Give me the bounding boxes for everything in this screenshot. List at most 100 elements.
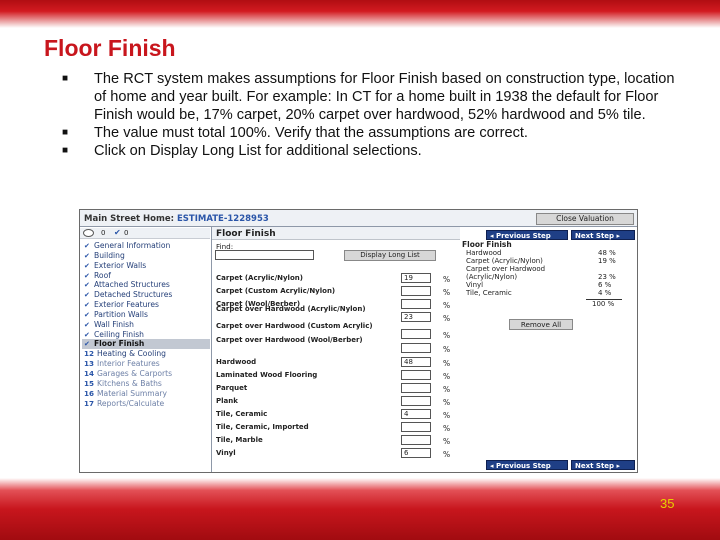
sidebar-item-label: Exterior Features	[94, 300, 160, 310]
percent-input[interactable]	[401, 329, 431, 339]
sidebar-item-label: Garages & Carports	[97, 368, 173, 378]
percent-sign: %	[443, 398, 451, 407]
sidebar-item[interactable]: 13 Interior Features	[82, 359, 210, 369]
step-number: 12	[84, 349, 95, 359]
close-valuation-button[interactable]: Close Valuation	[536, 213, 634, 225]
percent-sign: %	[443, 314, 451, 323]
floor-finish-label: Tile, Ceramic	[216, 410, 268, 418]
sidebar-item-label: General Information	[94, 241, 171, 250]
sidebar-item-label: Exterior Walls	[94, 260, 147, 270]
percent-sign: %	[443, 450, 451, 459]
display-long-list-button[interactable]: Display Long List	[344, 250, 436, 261]
sidebar-item[interactable]: 17 Reports/Calculate	[82, 399, 210, 409]
bullet-item: ■ Click on Display Long List for addition…	[62, 142, 682, 160]
percent-input[interactable]	[401, 422, 431, 432]
sidebar-item-label: Partition Walls	[94, 309, 148, 319]
bullet-marker: ■	[62, 127, 69, 138]
sidebar-item[interactable]: ✔ Attached Structures	[82, 280, 210, 290]
sidebar-item[interactable]: ✔ Partition Walls	[82, 310, 210, 320]
previous-step-button[interactable]: ◂ Previous Step	[486, 460, 568, 470]
sidebar-item[interactable]: ✔ Floor Finish	[82, 339, 210, 350]
next-step-button[interactable]: Next Step ▸	[571, 230, 635, 240]
sidebar-item[interactable]: 12 Heating & Cooling	[82, 349, 210, 359]
comment-icon[interactable]	[83, 229, 94, 237]
percent-input[interactable]: 23	[401, 312, 431, 322]
summary-row: Carpet over Hardwood (Acrylic/Nylon) 23 %	[466, 265, 626, 281]
percent-sign: %	[443, 411, 451, 420]
sidebar-item-label: Ceiling Finish	[94, 329, 144, 339]
main-panel: Floor Finish Find: Display Long List Car…	[211, 227, 460, 472]
app-title-prefix: Main Street Home:	[84, 214, 177, 224]
sidebar-item-label: Attached Structures	[94, 280, 170, 290]
sidebar-item[interactable]: ✔ Detached Structures	[82, 290, 210, 300]
percent-sign: %	[443, 331, 451, 340]
sidebar-item-label: Interior Features	[97, 359, 160, 369]
percent-sign: %	[443, 372, 451, 381]
summary-value: 23 %	[598, 273, 616, 281]
summary-value: 6 %	[598, 281, 612, 289]
summary-row: Tile, Ceramic 4 %	[466, 289, 626, 297]
percent-input[interactable]: 6	[401, 448, 431, 458]
sidebar-item[interactable]: ✔ Wall Finish	[82, 320, 210, 330]
sidebar-nav: ✔ General Information ✔ Building ✔ Exterior W…	[82, 241, 210, 408]
previous-step-label: Previous Step	[495, 232, 551, 240]
sidebar-item[interactable]: ✔ Exterior Features	[82, 300, 210, 310]
floor-finish-label: Carpet (Acrylic/Nylon)	[216, 274, 303, 282]
percent-input[interactable]: 48	[401, 357, 431, 367]
summary-label: Tile, Ceramic	[466, 289, 512, 297]
bullet-marker: ■	[62, 73, 69, 84]
app-title: Main Street Home: ESTIMATE-1228953	[84, 214, 269, 224]
estimate-id: ESTIMATE-1228953	[176, 214, 269, 224]
previous-step-button[interactable]: ◂ Previous Step	[486, 230, 568, 240]
percent-input[interactable]	[401, 435, 431, 445]
sidebar-item[interactable]: 14 Garages & Carports	[82, 369, 210, 379]
percent-sign: %	[443, 301, 451, 310]
remove-all-button[interactable]: Remove All	[509, 319, 573, 330]
summary-title: Floor Finish	[462, 240, 512, 249]
percent-sign: %	[443, 359, 451, 368]
sidebar-item-label: Kitchens & Baths	[97, 378, 162, 388]
sidebar-item[interactable]: ✔ Ceiling Finish	[82, 330, 210, 340]
check-count: 0	[124, 229, 129, 237]
percent-input[interactable]	[401, 370, 431, 380]
bottom-decorative-band	[0, 478, 720, 540]
sidebar-item[interactable]: ✔ Exterior Walls	[82, 261, 210, 271]
sidebar-item-label: Floor Finish	[94, 339, 145, 349]
floor-finish-label: Carpet (Custom Acrylic/Nylon)	[216, 287, 336, 295]
sidebar-item[interactable]: ✔ Roof	[82, 271, 210, 281]
sidebar-item-label: Material Summary	[97, 388, 167, 398]
top-nav-bar: ◂ Previous Step Next Step ▸	[486, 230, 636, 240]
bottom-nav-bar: ◂ Previous Step Next Step ▸	[486, 460, 636, 470]
percent-input[interactable]	[401, 396, 431, 406]
page-number: 35	[660, 496, 675, 511]
floor-finish-label: Laminated Wood Flooring	[216, 371, 318, 379]
comment-count: 0	[101, 229, 106, 237]
check-icon[interactable]: ✔	[114, 228, 121, 237]
sidebar-item[interactable]: ✔ Building	[82, 251, 210, 261]
summary-row: Carpet (Acrylic/Nylon) 19 %	[466, 257, 626, 265]
percent-input[interactable]	[401, 383, 431, 393]
floor-finish-label: Carpet over Hardwood (Wool/Berber)	[216, 336, 363, 344]
bullet-text: Click on Display Long List for additiona…	[94, 143, 422, 159]
percent-input[interactable]	[401, 299, 431, 309]
next-step-button[interactable]: Next Step ▸	[571, 460, 635, 470]
find-input[interactable]	[215, 250, 314, 260]
summary-label: Carpet over Hardwood (Acrylic/Nylon)	[466, 265, 546, 281]
percent-input[interactable]: 4	[401, 409, 431, 419]
summary-row: Vinyl 6 %	[466, 281, 626, 289]
sidebar-item[interactable]: 15 Kitchens & Baths	[82, 379, 210, 389]
sidebar-item[interactable]: ✔ General Information	[82, 241, 210, 251]
percent-sign: %	[443, 385, 451, 394]
floor-finish-label: Hardwood	[216, 358, 257, 366]
sidebar-item-label: Building	[94, 250, 125, 260]
sidebar-item[interactable]: 16 Material Summary	[82, 389, 210, 399]
bullet-marker: ■	[62, 145, 69, 156]
next-step-label: Next Step	[575, 462, 615, 470]
percent-input[interactable]	[401, 343, 431, 353]
bullet-item: ■ The value must total 100%. Verify that …	[62, 124, 682, 142]
floor-finish-label: Plank	[216, 397, 238, 405]
step-number: 15	[84, 378, 95, 388]
percent-input[interactable]: 19	[401, 273, 431, 283]
summary-row: Hardwood 48 %	[466, 249, 626, 257]
percent-input[interactable]	[401, 286, 431, 296]
